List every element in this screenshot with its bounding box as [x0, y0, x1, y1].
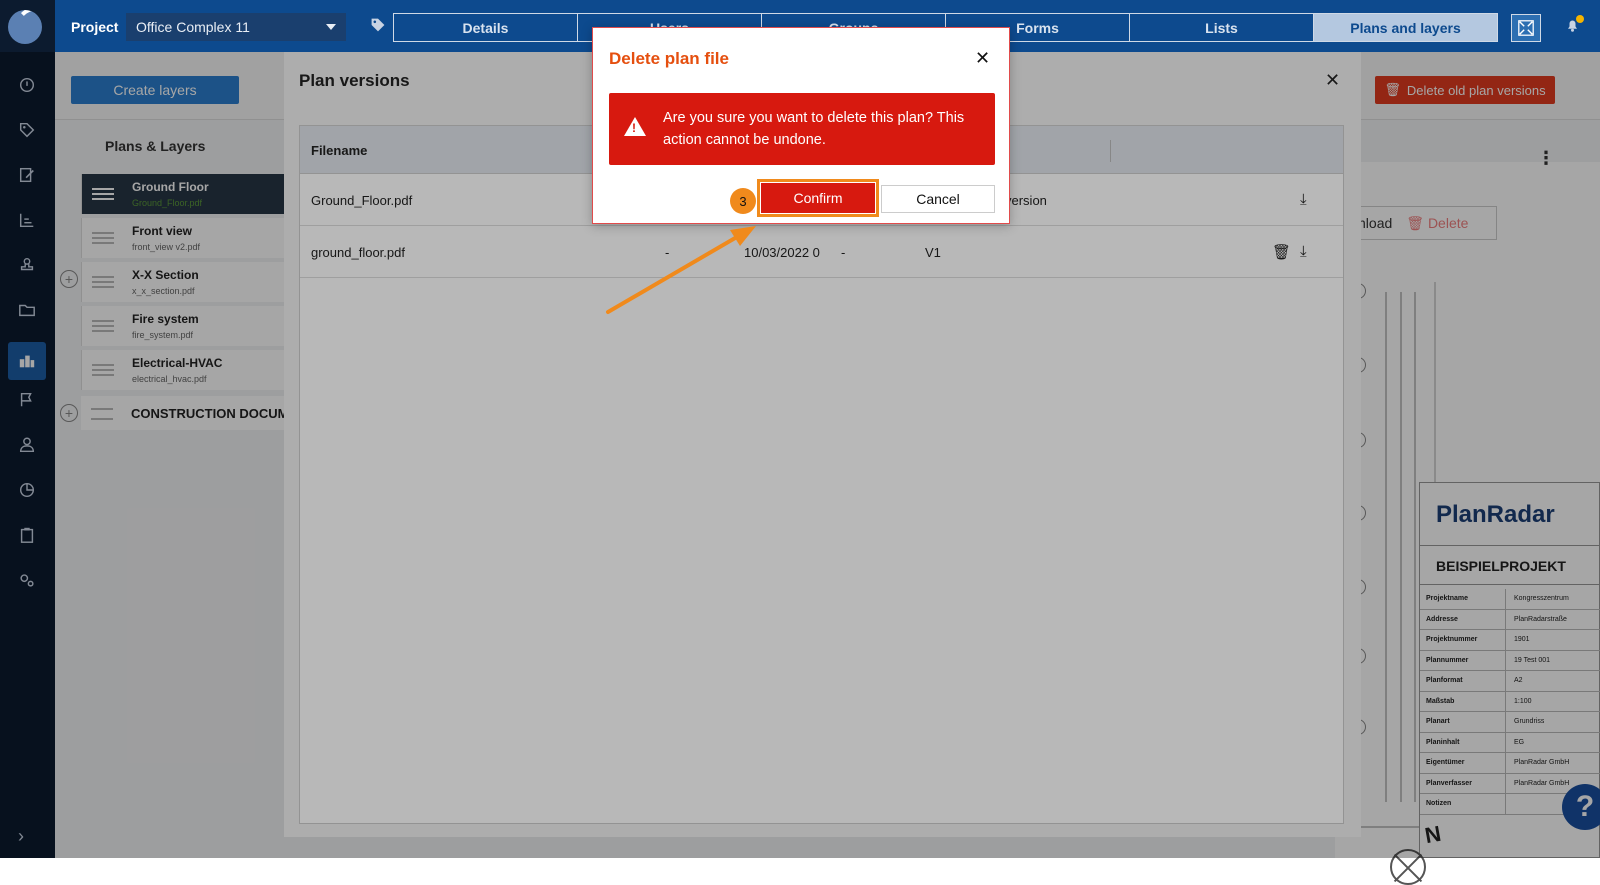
tags-icon[interactable] [370, 17, 386, 37]
cell-version: version [1005, 193, 1047, 208]
project-select[interactable]: Office Complex 11 [126, 13, 346, 41]
fullscreen-icon[interactable] [1511, 14, 1541, 42]
download-icon[interactable]: ⤓ [1300, 191, 1307, 208]
tab-plans-and-layers[interactable]: Plans and layers [1313, 13, 1498, 42]
cell-filename: Ground_Floor.pdf [311, 193, 413, 208]
plan-versions-table: Filename Ground_Floor.pdf version ⤓ grou… [299, 125, 1344, 824]
step-badge: 3 [730, 188, 756, 214]
warning-message: Are you sure you want to delete this pla… [663, 110, 965, 148]
warning-alert: Are you sure you want to delete this pla… [609, 93, 995, 165]
trash-icon[interactable]: 🗑 [1272, 243, 1291, 261]
planradar-logo-icon[interactable] [8, 10, 42, 44]
table-row[interactable]: ground_floor.pdf - 10/03/2022 0 - V1 🗑 ⤓ [300, 226, 1343, 278]
project-select-value: Office Complex 11 [136, 19, 250, 35]
cell-date: 10/03/2022 0 [744, 245, 820, 260]
chevron-down-icon [326, 24, 336, 30]
warning-icon [624, 117, 646, 136]
cell-uploader: - [665, 245, 670, 260]
column-divider [1110, 140, 1111, 162]
cell-filename: ground_floor.pdf [311, 245, 405, 260]
cell-version: V1 [925, 245, 941, 260]
dialog-title: Delete plan file [609, 49, 729, 68]
project-label: Project [71, 19, 119, 35]
tab-lists[interactable]: Lists [1129, 13, 1314, 42]
tab-details[interactable]: Details [393, 13, 578, 42]
column-filename: Filename [311, 143, 368, 158]
close-icon[interactable]: ✕ [975, 48, 990, 69]
close-icon[interactable]: ✕ [1325, 70, 1340, 91]
plan-versions-title: Plan versions [299, 71, 410, 90]
download-icon[interactable]: ⤓ [1300, 243, 1307, 260]
confirm-button[interactable]: Confirm [757, 179, 879, 217]
table-empty-area [300, 278, 1343, 823]
notification-badge [1576, 15, 1584, 23]
cancel-button[interactable]: Cancel [881, 185, 995, 213]
delete-plan-dialog: Delete plan file ✕ Are you sure you want… [592, 27, 1010, 224]
cell-note: - [841, 245, 846, 260]
